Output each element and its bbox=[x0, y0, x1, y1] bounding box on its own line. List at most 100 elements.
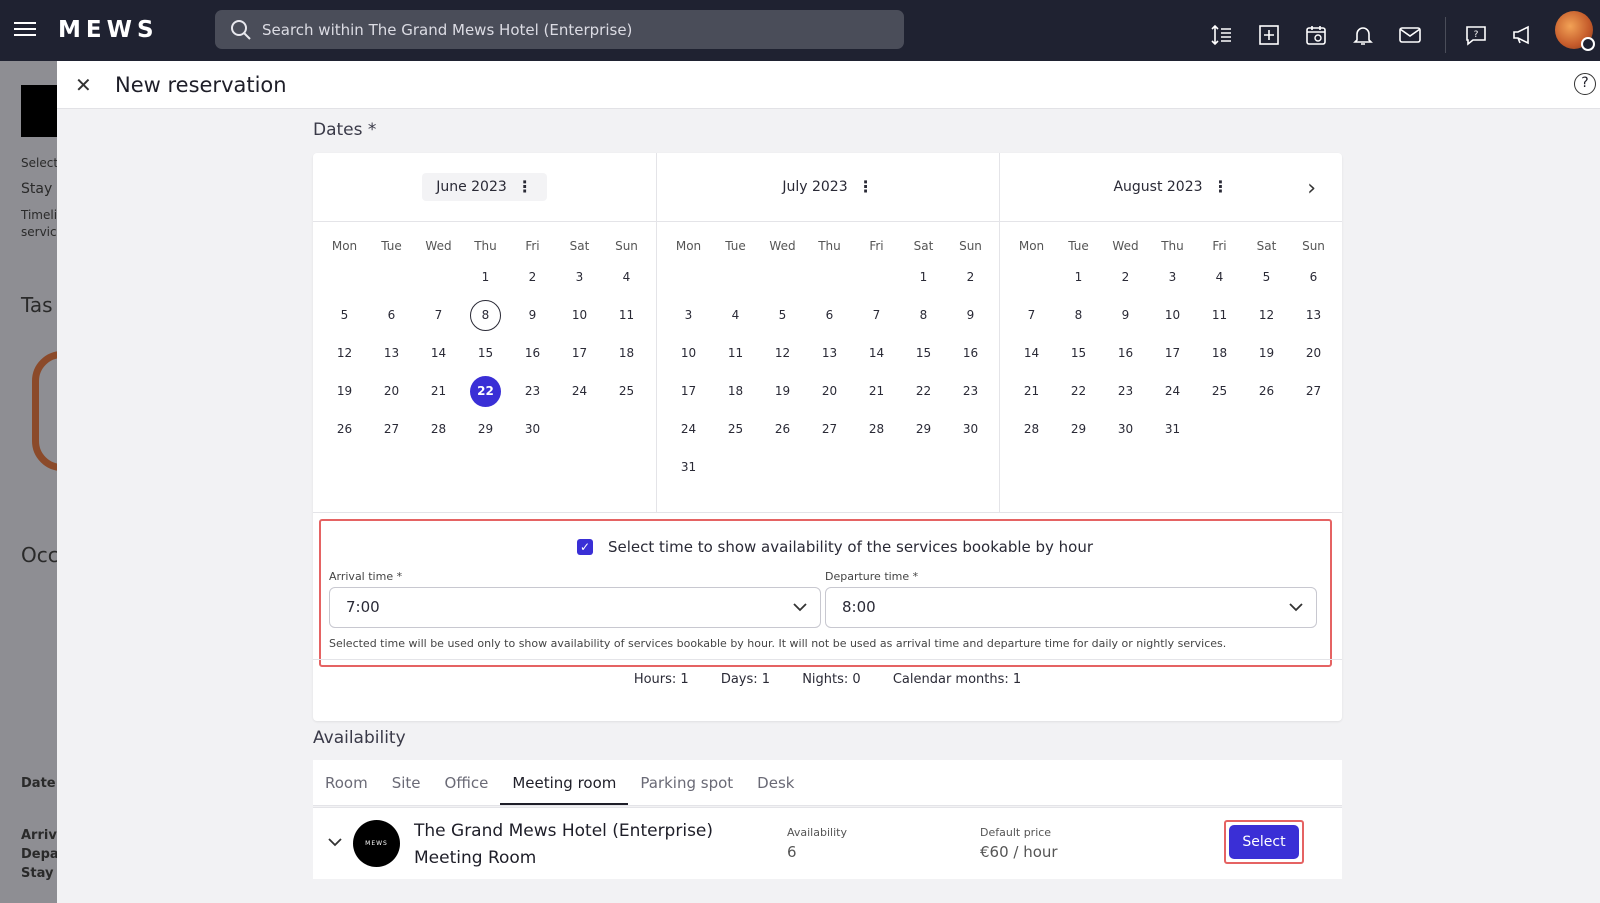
calendar-day[interactable]: 7 bbox=[415, 299, 462, 331]
calendar-day[interactable]: 5 bbox=[1243, 261, 1290, 293]
calendar-day[interactable]: 17 bbox=[556, 337, 603, 369]
tab-desk[interactable]: Desk bbox=[745, 760, 806, 805]
calendar-day[interactable]: 15 bbox=[462, 337, 509, 369]
bell-icon[interactable] bbox=[1351, 23, 1375, 47]
calendar-day[interactable]: 30 bbox=[509, 413, 556, 445]
calendar-day[interactable]: 23 bbox=[947, 375, 994, 407]
calendar-day[interactable]: 29 bbox=[462, 413, 509, 445]
calendar-day[interactable]: 30 bbox=[947, 413, 994, 445]
mews-logo[interactable]: MEWS bbox=[58, 17, 159, 43]
chevron-right-icon[interactable]: › bbox=[1307, 176, 1316, 201]
calendar-day[interactable]: 6 bbox=[1290, 261, 1337, 293]
calendar-day[interactable]: 20 bbox=[1290, 337, 1337, 369]
calendar-day[interactable]: 24 bbox=[556, 375, 603, 407]
calendar-day[interactable]: 16 bbox=[509, 337, 556, 369]
calendar-day[interactable]: 13 bbox=[1290, 299, 1337, 331]
calendar-day[interactable]: 4 bbox=[1196, 261, 1243, 293]
calendar-day[interactable]: 27 bbox=[806, 413, 853, 445]
calendar-day[interactable]: 5 bbox=[759, 299, 806, 331]
calendar-day[interactable]: 7 bbox=[853, 299, 900, 331]
calendar-day[interactable]: 10 bbox=[556, 299, 603, 331]
calendar-day[interactable]: 29 bbox=[900, 413, 947, 445]
calendar-day[interactable]: 11 bbox=[712, 337, 759, 369]
selected-day[interactable]: 22 bbox=[462, 375, 509, 407]
search-input[interactable] bbox=[262, 20, 882, 39]
calendar-day[interactable]: 31 bbox=[1149, 413, 1196, 445]
calendar-day[interactable]: 24 bbox=[665, 413, 712, 445]
calendar-day[interactable]: 12 bbox=[1243, 299, 1290, 331]
calendar-day[interactable]: 25 bbox=[603, 375, 650, 407]
calendar-day[interactable]: 30 bbox=[1102, 413, 1149, 445]
calendar-day[interactable]: 13 bbox=[368, 337, 415, 369]
tab-site[interactable]: Site bbox=[380, 760, 433, 805]
calendar-day[interactable]: 12 bbox=[321, 337, 368, 369]
calendar-day[interactable]: 13 bbox=[806, 337, 853, 369]
calendar-day[interactable]: 14 bbox=[853, 337, 900, 369]
calendar-day[interactable]: 20 bbox=[806, 375, 853, 407]
user-avatar[interactable] bbox=[1555, 11, 1595, 51]
kebab-icon[interactable]: ⋮ bbox=[1213, 179, 1229, 195]
calendar-day[interactable]: 28 bbox=[415, 413, 462, 445]
month-title[interactable]: June 2023 ⋮ bbox=[422, 173, 547, 201]
calendar-day[interactable]: 22 bbox=[1055, 375, 1102, 407]
show-time-checkbox-row[interactable]: ✓ Select time to show availability of th… bbox=[577, 538, 1093, 556]
calendar-day[interactable]: 25 bbox=[1196, 375, 1243, 407]
calendar-day[interactable]: 3 bbox=[1149, 261, 1196, 293]
calendar-day[interactable]: 26 bbox=[759, 413, 806, 445]
calendar-day[interactable]: 26 bbox=[1243, 375, 1290, 407]
calendar-day[interactable]: 18 bbox=[603, 337, 650, 369]
calendar-day[interactable]: 23 bbox=[1102, 375, 1149, 407]
help-chat-icon[interactable]: ? bbox=[1464, 23, 1488, 47]
show-time-checkbox[interactable]: ✓ bbox=[577, 539, 593, 555]
calendar-sync-icon[interactable] bbox=[1304, 23, 1328, 47]
calendar-day[interactable]: 9 bbox=[947, 299, 994, 331]
calendar-day[interactable]: 2 bbox=[947, 261, 994, 293]
calendar-day[interactable]: 4 bbox=[712, 299, 759, 331]
menu-icon[interactable] bbox=[14, 18, 36, 40]
sort-icon[interactable] bbox=[1210, 23, 1234, 47]
month-title[interactable]: August 2023 ⋮ bbox=[1099, 173, 1242, 201]
calendar-day[interactable]: 3 bbox=[556, 261, 603, 293]
calendar-day[interactable]: 15 bbox=[1055, 337, 1102, 369]
calendar-day[interactable]: 18 bbox=[712, 375, 759, 407]
add-icon[interactable] bbox=[1257, 23, 1281, 47]
calendar-day[interactable]: 16 bbox=[1102, 337, 1149, 369]
calendar-day[interactable]: 14 bbox=[1008, 337, 1055, 369]
calendar-day[interactable]: 26 bbox=[321, 413, 368, 445]
tab-meeting-room[interactable]: Meeting room bbox=[500, 760, 629, 805]
help-icon[interactable]: ? bbox=[1574, 73, 1596, 95]
calendar-day[interactable]: 17 bbox=[665, 375, 712, 407]
calendar-day[interactable]: 18 bbox=[1196, 337, 1243, 369]
calendar-day[interactable]: 16 bbox=[947, 337, 994, 369]
calendar-day[interactable]: 17 bbox=[1149, 337, 1196, 369]
calendar-day[interactable]: 22 bbox=[900, 375, 947, 407]
calendar-day[interactable]: 21 bbox=[853, 375, 900, 407]
calendar-day[interactable]: 7 bbox=[1008, 299, 1055, 331]
calendar-day[interactable]: 5 bbox=[321, 299, 368, 331]
calendar-day[interactable]: 11 bbox=[603, 299, 650, 331]
chevron-down-icon[interactable] bbox=[327, 834, 343, 854]
arrival-time-select[interactable]: 7:00 bbox=[329, 587, 821, 628]
calendar-day[interactable]: 20 bbox=[368, 375, 415, 407]
today-day[interactable]: 8 bbox=[462, 299, 509, 331]
calendar-day[interactable]: 1 bbox=[900, 261, 947, 293]
calendar-day[interactable]: 19 bbox=[1243, 337, 1290, 369]
calendar-day[interactable]: 21 bbox=[1008, 375, 1055, 407]
calendar-day[interactable]: 14 bbox=[415, 337, 462, 369]
calendar-day[interactable]: 19 bbox=[759, 375, 806, 407]
tab-room[interactable]: Room bbox=[313, 760, 380, 805]
calendar-day[interactable]: 31 bbox=[665, 451, 712, 483]
calendar-day[interactable]: 2 bbox=[1102, 261, 1149, 293]
calendar-day[interactable]: 28 bbox=[853, 413, 900, 445]
calendar-day[interactable]: 2 bbox=[509, 261, 556, 293]
mail-icon[interactable] bbox=[1398, 23, 1422, 47]
month-title[interactable]: July 2023 ⋮ bbox=[768, 173, 887, 201]
calendar-day[interactable]: 11 bbox=[1196, 299, 1243, 331]
calendar-day[interactable]: 9 bbox=[509, 299, 556, 331]
select-button[interactable]: Select bbox=[1229, 825, 1299, 859]
calendar-day[interactable]: 29 bbox=[1055, 413, 1102, 445]
calendar-day[interactable]: 19 bbox=[321, 375, 368, 407]
calendar-day[interactable]: 6 bbox=[368, 299, 415, 331]
calendar-day[interactable]: 15 bbox=[900, 337, 947, 369]
calendar-day[interactable]: 27 bbox=[368, 413, 415, 445]
